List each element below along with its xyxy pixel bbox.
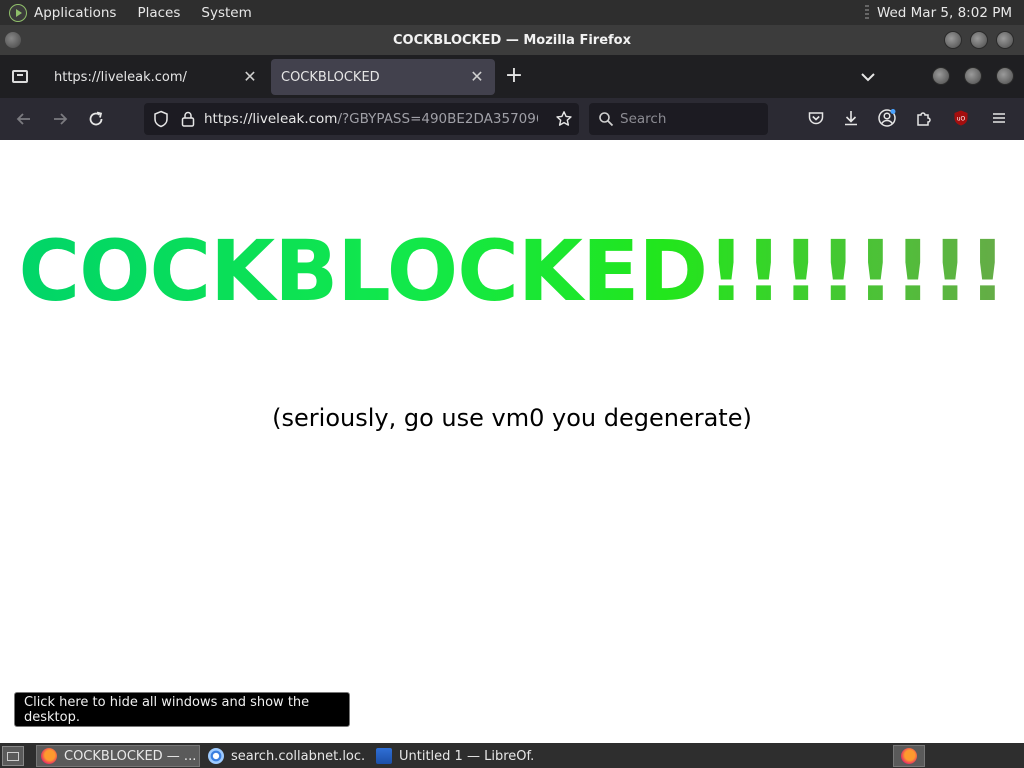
clock[interactable]: Wed Mar 5, 8:02 PM [877, 5, 1012, 21]
tabbar-minimize-button[interactable] [932, 67, 950, 85]
tab-strip: https://liveleak.com/ ✕ COCKBLOCKED ✕ + [0, 55, 1024, 98]
search-bar[interactable]: Search [589, 103, 768, 135]
account-icon[interactable] [877, 108, 897, 128]
forward-arrow-icon[interactable] [48, 107, 72, 131]
firefox-view-button[interactable] [0, 55, 40, 98]
window-titlebar[interactable]: COCKBLOCKED — Mozilla Firefox [0, 25, 1024, 55]
show-desktop-tooltip: Click here to hide all windows and show … [14, 692, 350, 727]
tray-firefox-button[interactable] [893, 745, 925, 767]
ublock-origin-icon[interactable]: uO [951, 108, 971, 128]
tabbar-close-button[interactable] [996, 67, 1014, 85]
panel-grip-icon [864, 4, 869, 21]
writer-icon [376, 748, 392, 764]
bottom-taskbar: COCKBLOCKED — ... search.collabnet.loc..… [0, 743, 1024, 768]
close-tab-icon[interactable]: ✕ [242, 69, 258, 85]
tab-cockblocked[interactable]: COCKBLOCKED ✕ [271, 59, 495, 95]
lock-icon[interactable] [180, 110, 196, 128]
headline: COCKBLOCKED!!!!!!!! [0, 222, 1024, 320]
menu-system[interactable]: System [201, 5, 251, 21]
url-host: https://liveleak.com [204, 111, 338, 127]
close-window-button[interactable] [996, 31, 1014, 49]
show-desktop-button[interactable] [2, 745, 24, 766]
taskbar-item-chromium[interactable]: search.collabnet.loc... [203, 745, 367, 767]
tracking-protection-shield-icon[interactable] [152, 110, 170, 128]
taskbar-item-label: COCKBLOCKED — ... [64, 748, 197, 764]
applications-logo-icon[interactable] [9, 3, 27, 22]
menu-places[interactable]: Places [137, 5, 180, 21]
url-bar[interactable]: https://liveleak.com/?GBYPASS=490BE2DA35… [144, 103, 579, 135]
maximize-button[interactable] [970, 31, 988, 49]
bookmark-star-icon[interactable] [555, 110, 573, 128]
taskbar-item-libreoffice[interactable]: Untitled 1 — LibreOf... [371, 745, 535, 767]
window-title: COCKBLOCKED — Mozilla Firefox [393, 32, 631, 48]
navigation-toolbar: https://liveleak.com/?GBYPASS=490BE2DA35… [0, 98, 1024, 140]
url-path: /?GBYPASS=490BE2DA3570968A [337, 111, 538, 127]
back-arrow-icon[interactable] [12, 107, 36, 131]
taskbar-item-label: Untitled 1 — LibreOf... [399, 748, 534, 764]
menu-applications[interactable]: Applications [34, 5, 116, 21]
extensions-puzzle-icon[interactable] [914, 108, 934, 128]
subheadline: (seriously, go use vm0 you degenerate) [272, 404, 752, 432]
firefox-icon [901, 748, 917, 764]
tab-liveleak[interactable]: https://liveleak.com/ ✕ [44, 59, 268, 95]
taskbar-item-label: search.collabnet.loc... [231, 748, 366, 764]
pocket-icon[interactable] [806, 108, 826, 128]
tab-label: COCKBLOCKED [281, 69, 380, 85]
url-text[interactable]: https://liveleak.com/?GBYPASS=490BE2DA35… [204, 111, 538, 127]
close-tab-icon[interactable]: ✕ [469, 69, 485, 85]
firefox-icon [41, 748, 57, 764]
minimize-button[interactable] [944, 31, 962, 49]
firefox-view-icon [12, 70, 28, 83]
top-panel: Applications Places System Wed Mar 5, 8:… [0, 0, 1024, 25]
list-all-tabs-chevron-down-icon[interactable] [858, 69, 878, 85]
new-tab-button[interactable]: + [502, 65, 526, 87]
tabbar-maximize-button[interactable] [964, 67, 982, 85]
tab-label: https://liveleak.com/ [54, 69, 187, 85]
search-icon [599, 112, 614, 127]
svg-text:uO: uO [957, 116, 966, 123]
hamburger-menu-icon[interactable] [989, 108, 1009, 128]
downloads-icon[interactable] [841, 108, 861, 128]
chromium-icon [208, 748, 224, 764]
reload-icon[interactable] [84, 107, 108, 131]
page-content: COCKBLOCKED!!!!!!!! (seriously, go use v… [0, 140, 1024, 743]
search-placeholder: Search [620, 111, 667, 127]
window-menu-icon[interactable] [5, 32, 21, 48]
taskbar-item-firefox[interactable]: COCKBLOCKED — ... [36, 745, 200, 767]
